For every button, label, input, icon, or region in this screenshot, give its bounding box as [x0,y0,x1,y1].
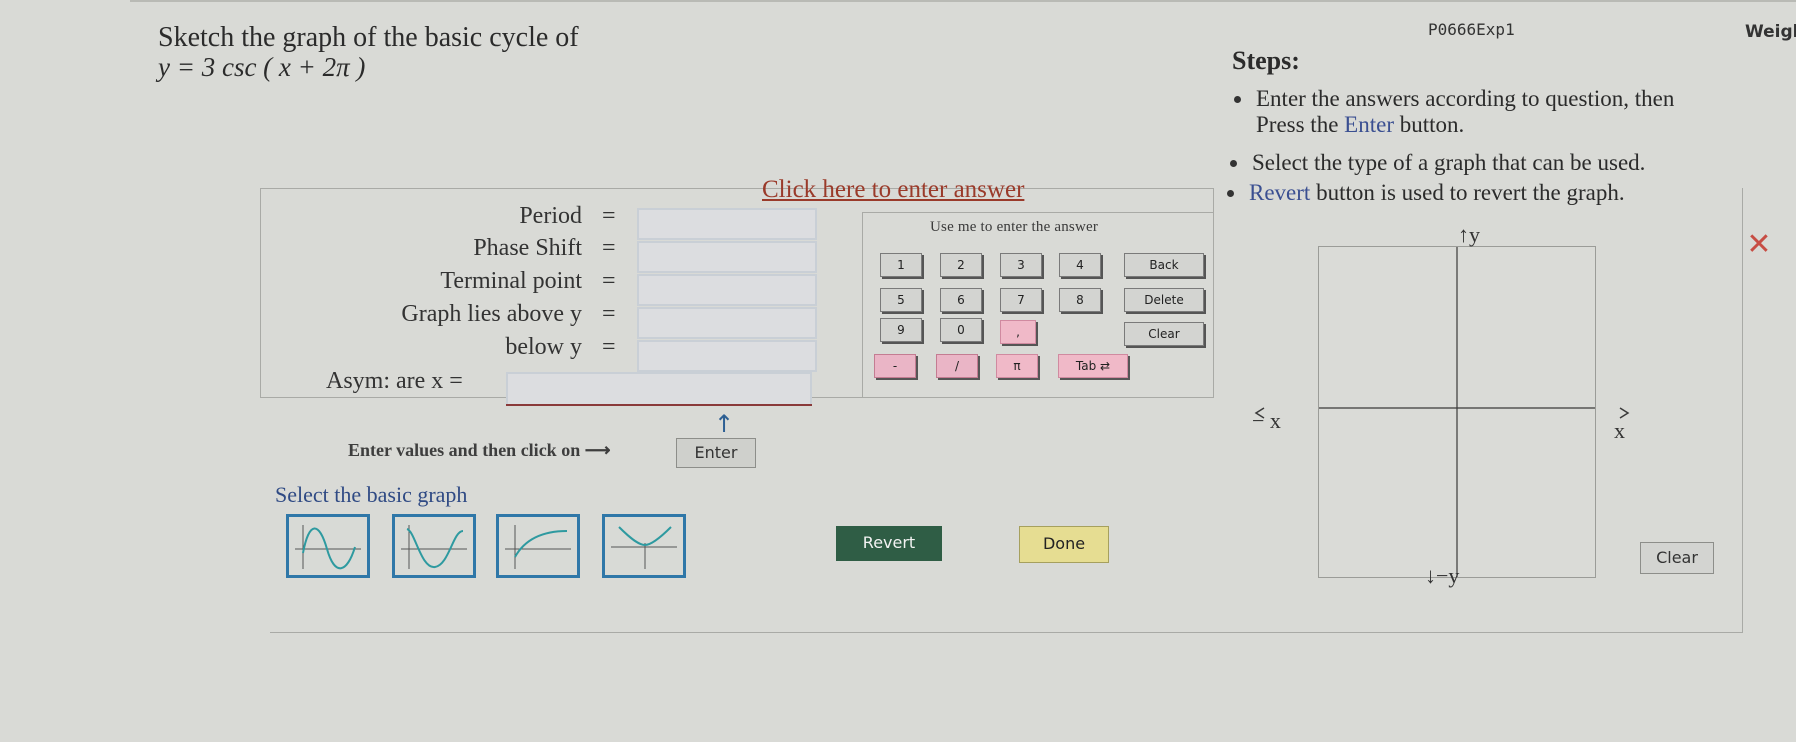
key-9[interactable]: 9 [880,318,922,342]
graph-above-label: Graph lies above y [401,301,582,327]
step-2: Select the type of a graph that can be u… [1230,150,1645,176]
delete-key[interactable]: Delete [1124,288,1204,312]
key-8[interactable]: 8 [1059,288,1101,312]
step-1-line2: Press the Enter button. [1256,112,1465,137]
equals-sign: = [602,334,616,360]
enter-answer-link[interactable]: Click here to enter answer [762,176,1024,204]
steps-heading: Steps: [1232,46,1300,75]
x-axis-left-label: − x [1252,408,1281,433]
key-minus[interactable]: - [874,354,916,378]
keypad-title: Use me to enter the answer [930,219,1099,235]
key-2[interactable]: 2 [940,253,982,277]
key-4[interactable]: 4 [1059,253,1101,277]
asymptote-input[interactable] [506,372,812,406]
problem-id: P0666Exp1 [1428,20,1515,39]
key-0[interactable]: 0 [940,318,982,342]
key-slash[interactable]: / [936,354,978,378]
graph-below-label: below y [505,334,582,360]
period-input[interactable] [637,208,817,240]
equals-sign: = [602,301,616,327]
terminal-point-label: Terminal point [440,268,582,294]
key-pi[interactable]: π [996,354,1038,378]
revert-button[interactable]: Revert [836,526,942,561]
bullet-icon [1234,96,1241,103]
select-graph-label: Select the basic graph [275,482,468,507]
x-axis-arrows [1254,407,1630,419]
clear-key[interactable]: Clear [1124,322,1204,346]
bullet-icon [1230,160,1237,167]
key-6[interactable]: 6 [940,288,982,312]
enter-instruction: Enter values and then click on ⟶ [348,440,611,460]
problem-tag: Weigl [1745,22,1796,42]
step-1-line1: Enter the answers according to question,… [1256,86,1675,111]
key-3[interactable]: 3 [1000,253,1042,277]
graph-option-tangent[interactable] [496,514,580,578]
question-equation: y = 3 csc ( x + 2π ) [158,52,366,82]
terminal-point-input[interactable] [637,274,817,306]
x-axis-right-label: x [1614,418,1625,443]
done-button[interactable]: Done [1019,526,1109,563]
key-7[interactable]: 7 [1000,288,1042,312]
graph-above-input[interactable] [637,307,817,339]
tangent-curve-icon [505,525,571,569]
equals-sign: = [602,203,616,229]
key-5[interactable]: 5 [880,288,922,312]
cosecant-curve-icon [611,526,677,569]
back-key[interactable]: Back [1124,253,1204,277]
enter-reference: Enter [1344,112,1394,137]
enter-button[interactable]: Enter [676,438,756,468]
clear-graph-button[interactable]: Clear [1640,542,1714,574]
graph-below-input[interactable] [637,340,817,372]
y-axis-bottom-label: ↓−y [1425,563,1460,588]
equals-sign: = [602,235,616,261]
asymptote-underline [506,404,812,406]
close-icon[interactable]: ✕ [1742,230,1776,260]
step-1: Enter the answers according to question,… [1234,86,1675,138]
y-axis-top-label: ↑y [1458,222,1480,247]
up-arrow-icon: ↑ [714,410,735,438]
graph-option-cosecant[interactable] [602,514,686,578]
tab-key[interactable]: Tab ⇄ [1058,354,1128,378]
equals-sign: = [602,268,616,294]
right-arrow-icon [1619,407,1630,419]
period-label: Period [519,203,582,229]
question-instruction: Sketch the graph of the basic cycle of [158,22,579,53]
graph-option-sine[interactable] [286,514,370,578]
key-comma[interactable]: , [1000,320,1036,344]
phase-shift-label: Phase Shift [473,235,582,261]
top-rule [130,0,1796,2]
key-1[interactable]: 1 [880,253,922,277]
asymptote-label: Asym: are x = [326,368,463,394]
graph-option-cosine[interactable] [392,514,476,578]
cosine-curve-icon [401,525,467,569]
sine-curve-icon [295,525,361,570]
phase-shift-input[interactable] [637,241,817,273]
